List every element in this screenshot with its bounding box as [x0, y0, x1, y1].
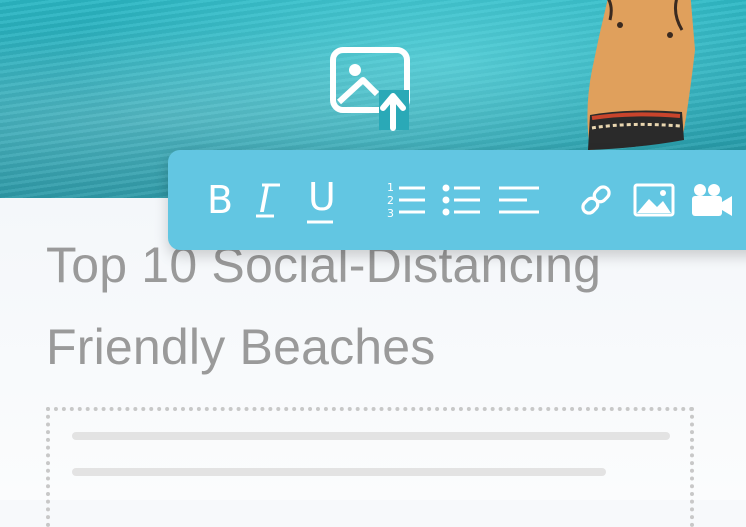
formatting-toolbar: B I U 1 2 3	[168, 150, 746, 250]
content-placeholder-block[interactable]	[46, 407, 694, 527]
bullet-list-button[interactable]	[440, 150, 484, 250]
placeholder-line	[72, 468, 606, 476]
align-left-icon	[499, 186, 539, 214]
image-upload-icon[interactable]	[329, 46, 415, 132]
svg-text:2: 2	[387, 194, 394, 207]
numbered-list-icon: 1 2 3	[387, 181, 425, 220]
image-icon	[633, 183, 675, 217]
link-icon	[581, 185, 611, 215]
bold-button[interactable]: B	[200, 150, 240, 250]
video-camera-icon	[692, 184, 732, 216]
italic-icon: I	[256, 177, 280, 221]
placeholder-line	[72, 432, 670, 440]
underline-icon: U	[307, 175, 336, 224]
align-left-button[interactable]	[496, 150, 542, 250]
italic-button[interactable]: I	[248, 150, 288, 250]
bold-icon: B	[206, 178, 234, 222]
bullet-list-icon	[442, 184, 480, 216]
underline-button[interactable]: U	[298, 150, 342, 250]
insert-image-button[interactable]	[632, 150, 676, 250]
svg-text:3: 3	[387, 207, 394, 220]
link-button[interactable]	[574, 150, 618, 250]
numbered-list-button[interactable]: 1 2 3	[384, 150, 428, 250]
insert-video-button[interactable]	[688, 150, 736, 250]
svg-text:1: 1	[387, 181, 394, 194]
